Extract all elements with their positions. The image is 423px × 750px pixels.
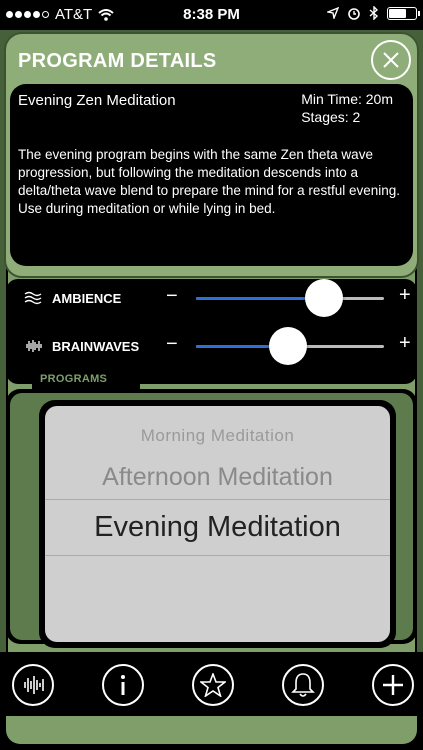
battery-icon <box>387 6 420 20</box>
details-panel: Evening Zen Meditation Min Time: 20m Sta… <box>10 84 413 266</box>
ambience-decrease-button[interactable]: − <box>166 285 178 308</box>
brainwaves-slider[interactable] <box>196 327 384 365</box>
alarm-button[interactable] <box>282 664 324 706</box>
program-details-modal: PROGRAM DETAILS Evening Zen Meditation M… <box>4 32 419 278</box>
ambience-slider-knob[interactable] <box>304 279 343 317</box>
close-button[interactable] <box>371 40 411 80</box>
bell-icon <box>291 673 315 697</box>
modal-title: PROGRAM DETAILS <box>18 50 217 72</box>
bottom-trim <box>6 716 417 744</box>
picker-option-afternoon[interactable]: Afternoon Meditation <box>45 463 390 492</box>
stages-count: Stages: 2 <box>301 109 361 125</box>
controls-strip: AMBIENCE − + BRAINWAVES − + <box>6 279 417 384</box>
brainwaves-slider-knob[interactable] <box>269 327 308 365</box>
brainwaves-increase-button[interactable]: + <box>399 332 411 355</box>
ambience-slider[interactable] <box>196 279 384 317</box>
program-name: Evening Zen Meditation <box>18 92 176 109</box>
brainwaves-icon <box>26 340 42 352</box>
brainwaves-label: BRAINWAVES <box>52 339 140 354</box>
soundwave-button[interactable] <box>12 664 54 706</box>
favorites-button[interactable] <box>192 664 234 706</box>
picker-selection-top-line <box>45 499 390 500</box>
ambience-icon <box>24 291 42 305</box>
alarm-icon <box>348 8 360 20</box>
add-button[interactable] <box>372 664 414 706</box>
status-bar: AT&T 8:38 PM <box>0 0 423 30</box>
picker-selection-bottom-line <box>45 555 390 556</box>
programs-tab-label: PROGRAMS <box>40 373 108 385</box>
ambience-label: AMBIENCE <box>52 291 122 306</box>
min-time: Min Time: 20m <box>301 91 393 107</box>
picker-option-morning[interactable]: Morning Meditation <box>45 426 390 446</box>
soundwave-icon <box>24 676 44 694</box>
brainwaves-decrease-button[interactable]: − <box>166 333 178 356</box>
brainwaves-row: BRAINWAVES − + <box>6 327 417 367</box>
close-icon <box>383 52 399 68</box>
picker-option-evening[interactable]: Evening Meditation <box>45 511 390 544</box>
ambience-row: AMBIENCE − + <box>6 279 417 319</box>
program-description: The evening program begins with the same… <box>18 147 400 216</box>
bluetooth-icon <box>369 6 379 20</box>
location-icon <box>327 7 339 19</box>
star-icon <box>200 673 226 697</box>
info-icon <box>121 675 125 695</box>
program-picker[interactable]: Morning Meditation Afternoon Meditation … <box>45 406 390 642</box>
plus-icon <box>383 675 403 695</box>
info-button[interactable] <box>102 664 144 706</box>
program-meta: Min Time: 20m Stages: 2 <box>301 90 393 126</box>
ambience-increase-button[interactable]: + <box>399 284 411 307</box>
